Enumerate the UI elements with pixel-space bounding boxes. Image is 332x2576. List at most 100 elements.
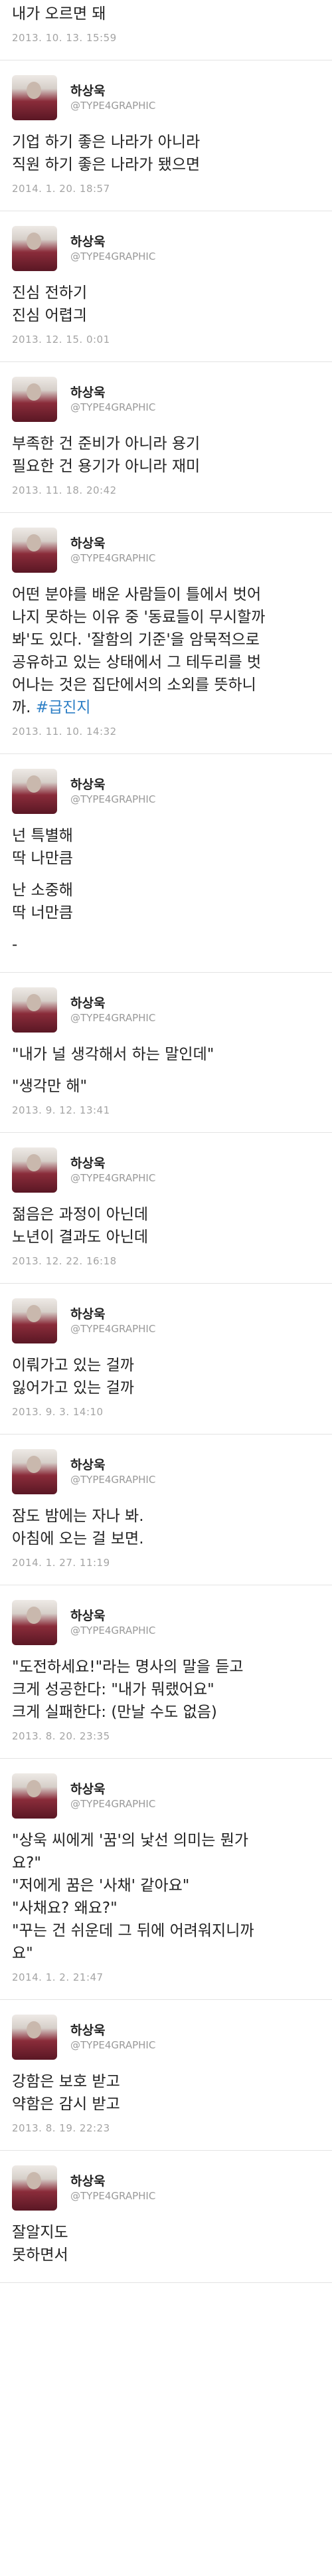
tweet-card[interactable]: 하상욱 @TYPE4GRAPHIC 강함은 보호 받고 약함은 감시 받고 2013. … — [0, 2000, 332, 2151]
tweet-card[interactable]: 하상욱 @TYPE4GRAPHIC 젊음은 과정이 아닌데 노년이 결과도 아닌데 20… — [0, 1133, 332, 1284]
tweet-line: 못하면서 — [12, 2246, 68, 2264]
hashtag-link[interactable]: #급진지 — [31, 699, 91, 716]
author-name[interactable]: 하상욱 — [70, 234, 155, 250]
author-name[interactable]: 하상욱 — [70, 1608, 155, 1624]
avatar[interactable] — [12, 75, 57, 120]
line-spacer — [12, 870, 320, 879]
author-name[interactable]: 하상욱 — [70, 385, 155, 401]
author-info: 하상욱 @TYPE4GRAPHIC — [70, 1155, 155, 1185]
author-handle[interactable]: @TYPE4GRAPHIC — [70, 99, 155, 112]
tweet-card[interactable]: 하상욱 @TYPE4GRAPHIC 어떤 분야를 배운 사람들이 틀에서 벗어 나지 … — [0, 513, 332, 754]
tweet-card[interactable]: 하상욱 @TYPE4GRAPHIC 이뤄가고 있는 걸까 잃어가고 있는 걸까 2013… — [0, 1284, 332, 1435]
tweet-timestamp[interactable]: 2013. 9. 3. 14:10 — [12, 1406, 320, 1418]
tweet-line: 어나는 것은 집단에서의 소외를 뜻하니 — [12, 676, 256, 694]
avatar[interactable] — [12, 2165, 57, 2211]
tweet-line: "상욱 씨에게 '꿈'의 낯선 의미는 뭔가 — [12, 1832, 249, 1849]
tweet-line: 이뤄가고 있는 걸까 — [12, 1357, 134, 1374]
tweet-text: "내가 널 생각해서 하는 말인데" "생각만 해" — [12, 1043, 320, 1098]
tweet-line: 나지 못하는 이유 중 '동료들이 무시할까 — [12, 609, 266, 626]
tweet-card[interactable]: 하상욱 @TYPE4GRAPHIC 잘알지도 못하면서 — [0, 2151, 332, 2283]
tweet-timestamp[interactable]: 2013. 11. 10. 14:32 — [12, 726, 320, 738]
tweet-text: 넌 특별해 딱 나만큼 난 소중해 딱 너만큼 - — [12, 825, 320, 956]
tweet-line: 필요한 건 용기가 아니라 재미 — [12, 458, 201, 475]
tweet-header: 하상욱 @TYPE4GRAPHIC — [12, 74, 320, 122]
tweet-card[interactable]: 하상욱 @TYPE4GRAPHIC 기업 하기 좋은 나라가 아니라 직원 하기 좋은… — [0, 60, 332, 211]
author-handle[interactable]: @TYPE4GRAPHIC — [70, 1797, 155, 1811]
tweet-feed: 내가 오르면 돼 2013. 10. 13. 15:59 하상욱 @TYPE4GRAP… — [0, 0, 332, 2283]
tweet-header: 하상욱 @TYPE4GRAPHIC — [12, 225, 320, 272]
author-name[interactable]: 하상욱 — [70, 777, 155, 793]
author-handle[interactable]: @TYPE4GRAPHIC — [70, 1171, 155, 1185]
tweet-timestamp[interactable]: 2014. 1. 20. 18:57 — [12, 183, 320, 195]
tweet-card[interactable]: 내가 오르면 돼 2013. 10. 13. 15:59 — [0, 0, 332, 60]
avatar[interactable] — [12, 1600, 57, 1645]
tweet-timestamp[interactable]: 2013. 8. 19. 22:23 — [12, 2122, 320, 2134]
author-name[interactable]: 하상욱 — [70, 2023, 155, 2038]
tweet-line: "도전하세요!"라는 명사의 말을 듣고 — [12, 1658, 244, 1676]
author-info: 하상욱 @TYPE4GRAPHIC — [70, 536, 155, 565]
tweet-timestamp[interactable]: 2013. 11. 18. 20:42 — [12, 484, 320, 496]
author-handle[interactable]: @TYPE4GRAPHIC — [70, 1473, 155, 1486]
tweet-timestamp[interactable]: 2014. 1. 27. 11:19 — [12, 1557, 320, 1569]
tweet-line: "내가 널 생각해서 하는 말인데" — [12, 1046, 214, 1063]
author-info: 하상욱 @TYPE4GRAPHIC — [70, 385, 155, 414]
tweet-header: 하상욱 @TYPE4GRAPHIC — [12, 1448, 320, 1496]
tweet-timestamp[interactable]: 2013. 12. 22. 16:18 — [12, 1255, 320, 1267]
tweet-card[interactable]: 하상욱 @TYPE4GRAPHIC "내가 널 생각해서 하는 말인데" "생각만 해… — [0, 973, 332, 1133]
tweet-timestamp[interactable]: 2013. 10. 13. 15:59 — [12, 32, 320, 44]
author-handle[interactable]: @TYPE4GRAPHIC — [70, 2189, 155, 2203]
line-spacer — [12, 1066, 320, 1075]
avatar[interactable] — [12, 1773, 57, 1819]
tweet-card[interactable]: 하상욱 @TYPE4GRAPHIC "상욱 씨에게 '꿈'의 낯선 의미는 뭔가 요?… — [0, 1759, 332, 2000]
tweet-text: "도전하세요!"라는 명사의 말을 듣고 크게 성공한다: "내가 뭐랬어요" 크게… — [12, 1656, 320, 1724]
author-handle[interactable]: @TYPE4GRAPHIC — [70, 793, 155, 806]
tweet-text: "상욱 씨에게 '꿈'의 낯선 의미는 뭔가 요?" "저에게 꿈은 '사채' 같아… — [12, 1829, 320, 1965]
author-name[interactable]: 하상욱 — [70, 536, 155, 551]
author-info: 하상욱 @TYPE4GRAPHIC — [70, 83, 155, 112]
author-name[interactable]: 하상욱 — [70, 995, 155, 1011]
tweet-header: 하상욱 @TYPE4GRAPHIC — [12, 375, 320, 423]
author-handle[interactable]: @TYPE4GRAPHIC — [70, 1011, 155, 1025]
tweet-text: 잘알지도 못하면서 — [12, 2221, 320, 2266]
avatar[interactable] — [12, 226, 57, 271]
author-handle[interactable]: @TYPE4GRAPHIC — [70, 1624, 155, 1637]
avatar[interactable] — [12, 528, 57, 573]
avatar[interactable] — [12, 2015, 57, 2060]
author-info: 하상욱 @TYPE4GRAPHIC — [70, 1781, 155, 1811]
tweet-text: 젊음은 과정이 아닌데 노년이 결과도 아닌데 — [12, 1203, 320, 1248]
tweet-card[interactable]: 하상욱 @TYPE4GRAPHIC 잠도 밤에는 자나 봐. 아침에 오는 걸 보면.… — [0, 1435, 332, 1585]
tweet-header: 하상욱 @TYPE4GRAPHIC — [12, 1599, 320, 1646]
avatar[interactable] — [12, 377, 57, 422]
author-name[interactable]: 하상욱 — [70, 1306, 155, 1322]
tweet-line: 크게 실패한다: (만날 수도 없음) — [12, 1704, 217, 1721]
tweet-card[interactable]: 하상욱 @TYPE4GRAPHIC 진심 전하기 진심 어렵긔 2013. 12. 15… — [0, 211, 332, 362]
tweet-timestamp[interactable]: 2014. 1. 2. 21:47 — [12, 1971, 320, 1983]
tweet-line: 까. #급진지 — [12, 699, 91, 716]
tweet-card[interactable]: 하상욱 @TYPE4GRAPHIC "도전하세요!"라는 명사의 말을 듣고 크게 성… — [0, 1585, 332, 1759]
tweet-timestamp[interactable]: 2013. 12. 15. 0:01 — [12, 334, 320, 346]
tweet-timestamp[interactable]: 2013. 9. 12. 13:41 — [12, 1104, 320, 1116]
avatar[interactable] — [12, 1298, 57, 1343]
tweet-line: 노년이 결과도 아닌데 — [12, 1229, 149, 1246]
author-name[interactable]: 하상욱 — [70, 2173, 155, 2189]
tweet-timestamp[interactable]: 2013. 8. 20. 23:35 — [12, 1730, 320, 1742]
author-info: 하상욱 @TYPE4GRAPHIC — [70, 1306, 155, 1336]
avatar[interactable] — [12, 1449, 57, 1494]
author-handle[interactable]: @TYPE4GRAPHIC — [70, 401, 155, 414]
tweet-card[interactable]: 하상욱 @TYPE4GRAPHIC 넌 특별해 딱 나만큼 난 소중해 딱 너만큼 - — [0, 754, 332, 973]
avatar[interactable] — [12, 769, 57, 814]
author-name[interactable]: 하상욱 — [70, 1155, 155, 1171]
author-name[interactable]: 하상욱 — [70, 1457, 155, 1473]
author-name[interactable]: 하상욱 — [70, 1781, 155, 1797]
author-handle[interactable]: @TYPE4GRAPHIC — [70, 551, 155, 565]
avatar[interactable] — [12, 987, 57, 1033]
avatar[interactable] — [12, 1147, 57, 1193]
author-name[interactable]: 하상욱 — [70, 83, 155, 99]
tweet-card[interactable]: 하상욱 @TYPE4GRAPHIC 부족한 건 준비가 아니라 용기 필요한 건 용기… — [0, 362, 332, 513]
author-info: 하상욱 @TYPE4GRAPHIC — [70, 1608, 155, 1637]
author-handle[interactable]: @TYPE4GRAPHIC — [70, 1322, 155, 1336]
tweet-line: 진심 어렵긔 — [12, 307, 88, 324]
author-handle[interactable]: @TYPE4GRAPHIC — [70, 250, 155, 263]
tweet-text: 내가 오르면 돼 — [12, 3, 320, 25]
author-handle[interactable]: @TYPE4GRAPHIC — [70, 2038, 155, 2052]
